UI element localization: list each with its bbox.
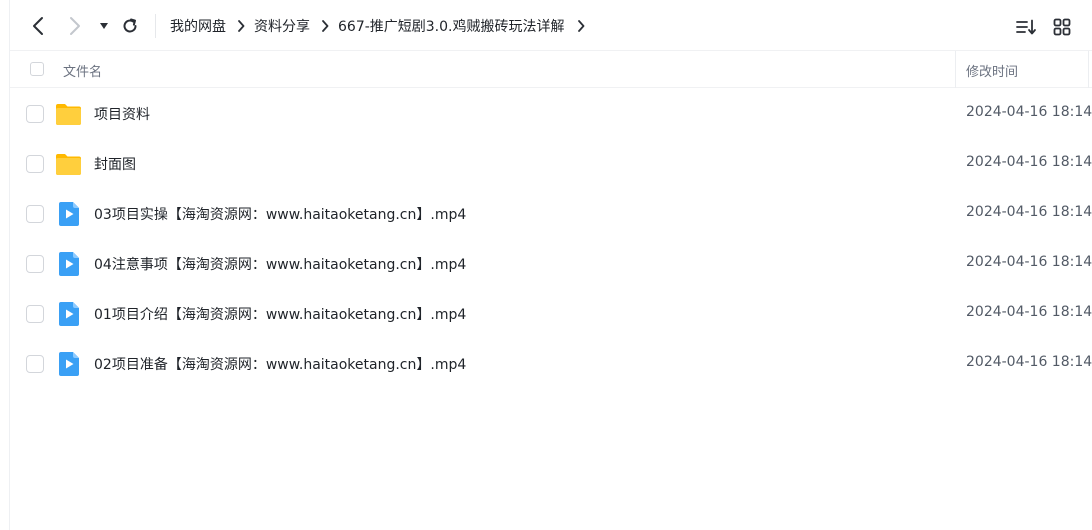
row-checkbox[interactable]: [26, 155, 44, 173]
sort-button[interactable]: [1014, 15, 1038, 39]
row-checkbox[interactable]: [26, 205, 44, 223]
folder-icon: [55, 101, 82, 127]
file-list: 项目资料 2024-04-16 18:14 封面图 2024-04-16 18:…: [10, 89, 1092, 389]
file-browser-window: 我的网盘 资料分享 667-推广短剧3.0.鸡贼搬砖玩法详解 文件名 修改时间 …: [0, 0, 1092, 530]
video-file-icon: [55, 201, 82, 227]
file-name: 封面图: [94, 157, 136, 173]
toolbar-separator: [155, 14, 156, 38]
file-modified-time: 2024-04-16 18:14: [966, 104, 1092, 120]
video-file-icon: [55, 301, 82, 327]
history-dropdown-button[interactable]: [96, 13, 112, 39]
breadcrumb-item-shared[interactable]: 资料分享: [254, 16, 310, 36]
video-file-icon: [55, 251, 82, 277]
chevron-left-icon: [33, 17, 43, 35]
file-modified-time: 2024-04-16 18:14: [966, 354, 1092, 370]
column-header-name[interactable]: 文件名: [63, 61, 102, 80]
sort-list-icon: [1016, 19, 1036, 35]
caret-down-icon: [100, 23, 108, 29]
back-button[interactable]: [26, 13, 50, 39]
select-all-checkbox[interactable]: [30, 62, 44, 76]
file-row[interactable]: 封面图 2024-04-16 18:14: [10, 139, 1092, 189]
video-file-icon: [55, 351, 82, 377]
file-name: 01项目介绍【海淘资源网：www.haitaoketang.cn】.mp4: [94, 307, 467, 323]
refresh-icon: [123, 18, 137, 33]
row-checkbox[interactable]: [26, 105, 44, 123]
breadcrumb-separator-icon: [321, 20, 329, 32]
forward-button[interactable]: [63, 13, 87, 39]
file-modified-time: 2024-04-16 18:14: [966, 154, 1092, 170]
file-name: 02项目准备【海淘资源网：www.haitaoketang.cn】.mp4: [94, 357, 467, 373]
file-row[interactable]: 04注意事项【海淘资源网：www.haitaoketang.cn】.mp4 20…: [10, 239, 1092, 289]
grid-view-button[interactable]: [1050, 15, 1074, 39]
file-row[interactable]: 03项目实操【海淘资源网：www.haitaoketang.cn】.mp4 20…: [10, 189, 1092, 239]
file-row[interactable]: 01项目介绍【海淘资源网：www.haitaoketang.cn】.mp4 20…: [10, 289, 1092, 339]
file-row[interactable]: 02项目准备【海淘资源网：www.haitaoketang.cn】.mp4 20…: [10, 339, 1092, 389]
list-header: 文件名 修改时间: [10, 50, 1092, 88]
breadcrumb-item-my-drive[interactable]: 我的网盘: [170, 16, 226, 36]
file-modified-time: 2024-04-16 18:14: [966, 304, 1092, 320]
breadcrumb-separator-icon: [237, 20, 245, 32]
file-modified-time: 2024-04-16 18:14: [966, 254, 1092, 270]
file-name: 项目资料: [94, 107, 150, 123]
grid-view-icon: [1053, 18, 1071, 36]
file-name: 03项目实操【海淘资源网：www.haitaoketang.cn】.mp4: [94, 207, 467, 223]
breadcrumb-expand-icon[interactable]: [577, 20, 585, 32]
toolbar: 我的网盘 资料分享 667-推广短剧3.0.鸡贼搬砖玩法详解: [10, 0, 1092, 50]
breadcrumb: 我的网盘 资料分享 667-推广短剧3.0.鸡贼搬砖玩法详解: [170, 14, 594, 38]
file-modified-time: 2024-04-16 18:14: [966, 204, 1092, 220]
row-checkbox[interactable]: [26, 355, 44, 373]
refresh-button[interactable]: [118, 13, 142, 39]
breadcrumb-item-current-folder[interactable]: 667-推广短剧3.0.鸡贼搬砖玩法详解: [338, 16, 565, 36]
chevron-right-icon: [70, 17, 80, 35]
row-checkbox[interactable]: [26, 255, 44, 273]
column-header-modified-time[interactable]: 修改时间: [966, 61, 1018, 80]
file-row[interactable]: 项目资料 2024-04-16 18:14: [10, 89, 1092, 139]
file-name: 04注意事项【海淘资源网：www.haitaoketang.cn】.mp4: [94, 257, 467, 273]
folder-icon: [55, 151, 82, 177]
column-divider[interactable]: [955, 51, 956, 88]
column-divider[interactable]: [1088, 51, 1089, 88]
row-checkbox[interactable]: [26, 305, 44, 323]
